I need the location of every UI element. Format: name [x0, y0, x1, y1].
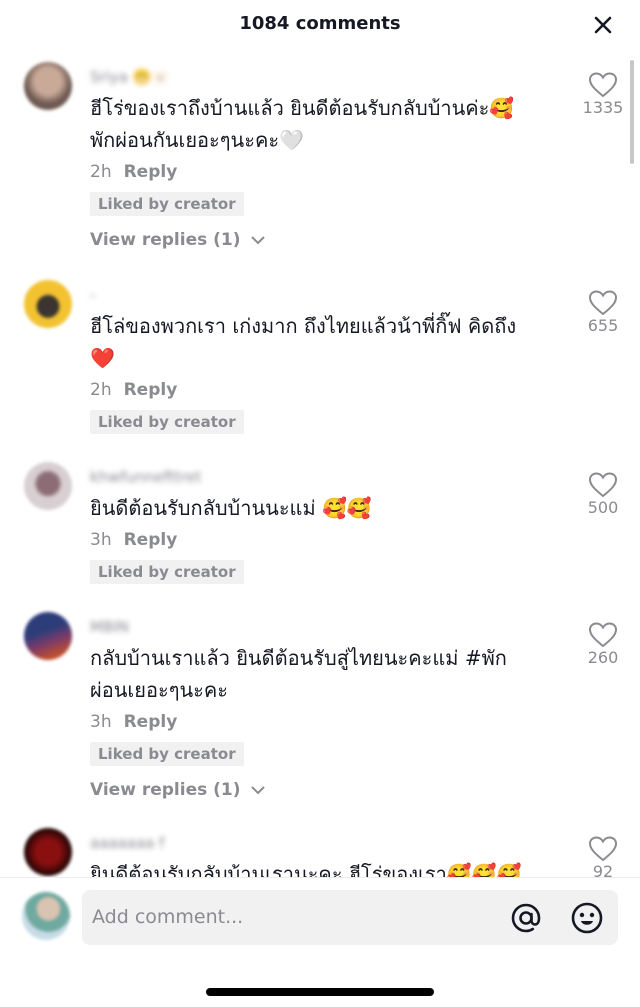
view-replies-button[interactable]: View replies (1) [90, 230, 266, 250]
avatar[interactable] [24, 828, 72, 876]
like-control: 500 [572, 472, 634, 517]
comment-composer: Add comment... [0, 877, 640, 1007]
heart-icon[interactable] [589, 72, 617, 98]
comment-text: ฮีโร่ของเราถึงบ้านแล้ว ยินดีต้อนรับกลับบ… [90, 92, 560, 156]
comment-meta: 3h Reply [90, 712, 177, 732]
like-control: 260 [572, 622, 634, 667]
view-replies-button[interactable]: View replies (1) [90, 780, 266, 800]
comment-username[interactable]: - [90, 286, 95, 306]
liked-by-creator-badge: Liked by creator [90, 742, 244, 766]
like-control: 92 [572, 836, 634, 877]
comment-username[interactable]: aaaaaaa f [90, 834, 164, 854]
avatar[interactable] [24, 612, 72, 660]
comment-line: ผ่อนเยอะๆนะคะ [90, 678, 228, 702]
comment-input-placeholder: Add comment... [92, 906, 244, 928]
comment-list[interactable]: Sriya 😬🫥 ฮีโร่ของเราถึงบ้านแล้ว ยินดีต้อ… [0, 50, 640, 877]
comment-text: ยินดีต้อนรับกลับบ้านเรานะคะ ฮีโร่ของเรา🥰… [90, 858, 560, 877]
comment-line: กลับบ้านเราแล้ว ยินดีต้อนรับสู่ไทยนะคะแม… [90, 646, 507, 670]
comment-line: ❤️ [90, 346, 115, 370]
heart-icon[interactable] [589, 836, 617, 862]
mention-button[interactable] [509, 901, 543, 935]
reply-button[interactable]: Reply [124, 530, 178, 550]
comment-text: ฮีโล่ของพวกเรา เก่งมาก ถึงไทยแล้วน้าพี่ก… [90, 310, 560, 374]
emoji-button[interactable] [570, 901, 604, 935]
comments-count-title: 1084 comments [239, 13, 401, 34]
comment-text: ยินดีต้อนรับกลับบ้านนะแม่ 🥰🥰 [90, 492, 560, 524]
view-replies-label: View replies (1) [90, 780, 241, 800]
at-icon [511, 903, 541, 933]
view-replies-label: View replies (1) [90, 230, 241, 250]
scrollbar[interactable] [630, 60, 634, 164]
liked-by-creator-badge: Liked by creator [90, 192, 244, 216]
like-count: 260 [587, 648, 619, 667]
comment-line: ฮีโร่ของเราถึงบ้านแล้ว ยินดีต้อนรับกลับบ… [90, 96, 515, 120]
reply-button[interactable]: Reply [124, 162, 178, 182]
liked-by-creator-badge: Liked by creator [90, 410, 244, 434]
comment-line: ยินดีต้อนรับกลับบ้านนะแม่ 🥰🥰 [90, 496, 372, 520]
comment-time: 2h [90, 162, 112, 182]
comment-username[interactable]: MBIN [90, 618, 129, 638]
comment-username[interactable]: Sriya 😬🫥 [90, 68, 170, 88]
comment-line: พักผ่อนกันเยอะๆนะคะ🤍 [90, 128, 304, 152]
comment-meta: 2h Reply [90, 162, 177, 182]
reply-button[interactable]: Reply [124, 380, 178, 400]
avatar[interactable] [24, 62, 72, 110]
comment-time: 2h [90, 380, 112, 400]
chevron-down-icon [251, 236, 266, 245]
close-button[interactable] [588, 10, 618, 40]
heart-icon[interactable] [589, 472, 617, 498]
smiley-icon [571, 902, 603, 934]
avatar[interactable] [24, 280, 72, 328]
comment-line: ฮีโล่ของพวกเรา เก่งมาก ถึงไทยแล้วน้าพี่ก… [90, 314, 517, 338]
heart-icon[interactable] [589, 622, 617, 648]
like-count: 655 [587, 316, 619, 335]
comment-time: 3h [90, 712, 112, 732]
comment-time: 3h [90, 530, 112, 550]
comment-text: กลับบ้านเราแล้ว ยินดีต้อนรับสู่ไทยนะคะแม… [90, 642, 560, 706]
heart-icon[interactable] [589, 290, 617, 316]
comment-meta: 3h Reply [90, 530, 177, 550]
like-control: 1335 [572, 72, 634, 117]
chevron-down-icon [251, 786, 266, 795]
comment-username[interactable]: khwfunnefttret [90, 468, 201, 488]
my-avatar [22, 892, 70, 940]
comment-line: ยินดีต้อนรับกลับบ้านเรานะคะ ฮีโร่ของเรา🥰… [90, 862, 522, 877]
reply-button[interactable]: Reply [124, 712, 178, 732]
avatar[interactable] [24, 462, 72, 510]
comments-header: 1084 comments [0, 0, 640, 50]
close-icon [594, 16, 612, 34]
liked-by-creator-badge: Liked by creator [90, 560, 244, 584]
like-count: 92 [592, 862, 614, 877]
comment-meta: 2h Reply [90, 380, 177, 400]
like-count: 1335 [582, 98, 624, 117]
home-indicator [206, 988, 434, 996]
like-control: 655 [572, 290, 634, 335]
like-count: 500 [587, 498, 619, 517]
comment-input[interactable]: Add comment... [82, 890, 618, 945]
